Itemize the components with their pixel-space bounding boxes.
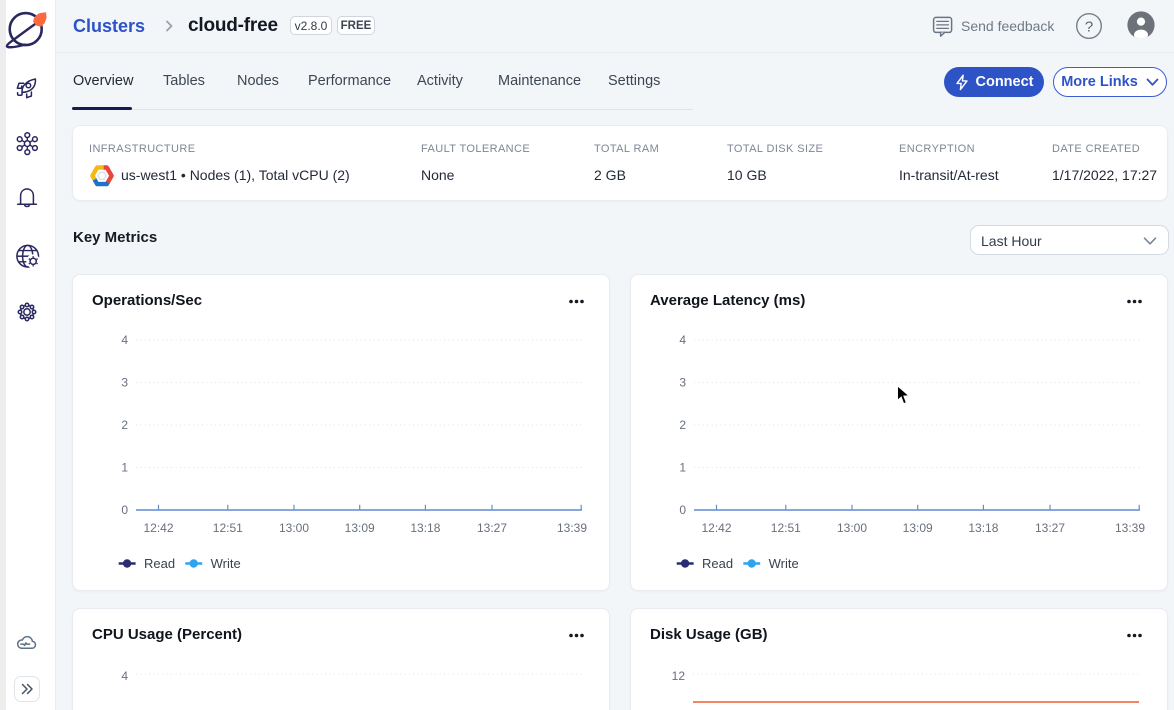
svg-text:3: 3 bbox=[679, 376, 686, 390]
svg-text:2: 2 bbox=[121, 418, 128, 432]
svg-text:13:09: 13:09 bbox=[345, 521, 375, 535]
svg-text:13:27: 13:27 bbox=[477, 521, 507, 535]
svg-text:4: 4 bbox=[121, 669, 128, 683]
svg-text:4: 4 bbox=[679, 333, 686, 347]
svg-text:13:09: 13:09 bbox=[903, 521, 933, 535]
svg-text:Write: Write bbox=[211, 556, 241, 571]
svg-text:2: 2 bbox=[679, 418, 686, 432]
svg-text:12:51: 12:51 bbox=[213, 521, 243, 535]
svg-text:13:00: 13:00 bbox=[837, 521, 867, 535]
svg-text:Read: Read bbox=[144, 556, 175, 571]
svg-text:4: 4 bbox=[121, 333, 128, 347]
svg-text:13:00: 13:00 bbox=[279, 521, 309, 535]
svg-text:12: 12 bbox=[672, 669, 686, 683]
svg-text:13:18: 13:18 bbox=[410, 521, 440, 535]
svg-text:13:18: 13:18 bbox=[968, 521, 998, 535]
svg-text:Read: Read bbox=[702, 556, 733, 571]
svg-text:?: ? bbox=[1085, 18, 1093, 35]
svg-text:13:39: 13:39 bbox=[1115, 521, 1145, 535]
svg-text:12:42: 12:42 bbox=[701, 521, 731, 535]
svg-text:13:27: 13:27 bbox=[1035, 521, 1065, 535]
svg-text:1: 1 bbox=[679, 461, 686, 475]
svg-text:12:51: 12:51 bbox=[771, 521, 801, 535]
svg-text:0: 0 bbox=[679, 503, 686, 517]
svg-text:Write: Write bbox=[769, 556, 799, 571]
svg-text:1: 1 bbox=[121, 461, 128, 475]
svg-text:12:42: 12:42 bbox=[143, 521, 173, 535]
svg-text:3: 3 bbox=[121, 376, 128, 390]
svg-text:13:39: 13:39 bbox=[557, 521, 587, 535]
svg-text:0: 0 bbox=[121, 503, 128, 517]
